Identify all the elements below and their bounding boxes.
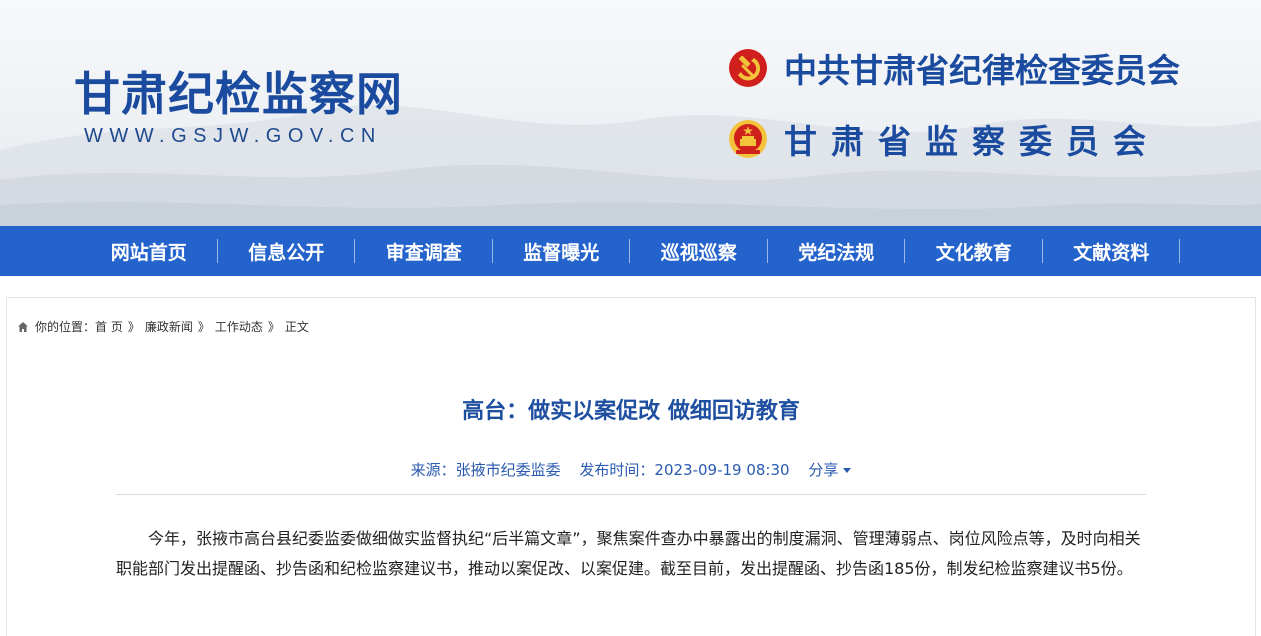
home-icon — [18, 321, 28, 332]
site-logo-title[interactable]: 甘肃纪检监察网 — [74, 58, 403, 124]
hammer-sickle-icon — [729, 49, 767, 87]
org-party-committee: 中共甘肃省纪律检查委员会 — [728, 46, 1180, 90]
nav-item-info-disclosure[interactable]: 信息公开 — [218, 226, 356, 276]
org-supervision-name: 甘肃省监察委员会 — [784, 122, 1160, 161]
org-party-name: 中共甘肃省纪律检查委员会 — [784, 51, 1180, 90]
article-panel: 你的位置： 首 页 》 廉政新闻 》 工作动态 》 正文 高台：做实以案促改 做… — [6, 297, 1256, 636]
national-emblem-icon — [729, 120, 767, 158]
meta-divider — [116, 494, 1146, 495]
main-navigation: 网站首页 信息公开 审查调查 监督曝光 巡视巡察 党纪法规 文化教育 文献资料 — [0, 226, 1261, 276]
nav-item-supervision-exposure[interactable]: 监督曝光 — [493, 226, 631, 276]
breadcrumb-home-link[interactable]: 首 页 — [95, 318, 123, 335]
breadcrumb-prefix: 你的位置： — [35, 320, 96, 334]
org-supervision-committee: 甘肃省监察委员会 — [728, 117, 1160, 161]
nav-item-home[interactable]: 网站首页 — [80, 226, 218, 276]
nav-item-regulations[interactable]: 党纪法规 — [768, 226, 906, 276]
site-url: WWW.GSJW.GOV.CN — [84, 125, 382, 147]
article-meta: 来源：张掖市纪委监委 发布时间：2023-09-19 08:30 分享 — [7, 459, 1255, 480]
article-paragraph: 今年，张掖市高台县纪委监委做细做实监督执纪“后半篇文章”，聚焦案件查办中暴露出的… — [116, 529, 1141, 578]
nav-item-documents[interactable]: 文献资料 — [1043, 226, 1181, 276]
article-source: 来源：张掖市纪委监委 — [410, 461, 561, 479]
chevron-down-icon — [843, 468, 852, 473]
breadcrumb-separator: 》 — [267, 320, 280, 334]
breadcrumb: 你的位置： 首 页 》 廉政新闻 》 工作动态 》 正文 — [17, 318, 309, 335]
share-label: 分享 — [808, 461, 839, 479]
breadcrumb-separator: 》 — [127, 320, 140, 334]
nav-item-inspection[interactable]: 巡视巡察 — [630, 226, 768, 276]
nav-item-investigation[interactable]: 审查调查 — [355, 226, 493, 276]
article-title: 高台：做实以案促改 做细回访教育 — [462, 399, 800, 424]
share-button[interactable]: 分享 — [808, 461, 852, 479]
breadcrumb-separator: 》 — [197, 320, 210, 334]
article-publish-time: 发布时间：2023-09-19 08:30 — [579, 461, 790, 479]
header-banner: 甘肃纪检监察网 WWW.GSJW.GOV.CN 中共甘肃省纪律检查委员会 甘肃省… — [0, 0, 1261, 226]
breadcrumb-news-link[interactable]: 廉政新闻 — [145, 318, 193, 335]
breadcrumb-work-updates-link[interactable]: 工作动态 — [215, 318, 263, 335]
nav-item-culture-education[interactable]: 文化教育 — [905, 226, 1043, 276]
breadcrumb-current: 正文 — [284, 320, 309, 334]
